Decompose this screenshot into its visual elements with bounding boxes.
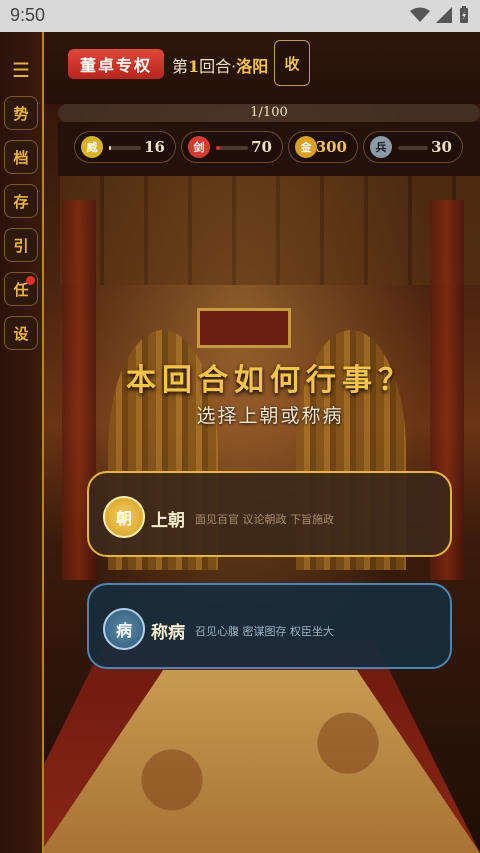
stat-prestige: 威 16: [74, 131, 176, 163]
wifi-icon: [410, 7, 430, 22]
sidebar-item-guide[interactable]: 引: [4, 228, 38, 262]
choice-description: 面见百官 议论朝政 下旨施政: [195, 513, 334, 526]
sword-icon-label: 剑: [193, 141, 205, 154]
sidebar-item-label: 存: [13, 192, 29, 211]
prestige-icon: 威: [81, 136, 103, 158]
hamburger-icon[interactable]: ☰: [12, 58, 30, 82]
signal-icon: [436, 7, 452, 23]
troops-icon-label: 兵: [375, 141, 387, 154]
court-icon-label: 朝: [115, 509, 132, 528]
sidebar-item-save[interactable]: 存: [4, 184, 38, 218]
attend-court-button[interactable]: 朝 上朝 面见百官 议论朝政 下旨施政: [87, 471, 452, 557]
turn-subtitle: 选择上朝或称病: [196, 405, 344, 427]
turn-question: 本回合如何行事？: [126, 363, 414, 398]
round-suffix: 回合·: [199, 57, 237, 76]
status-icons: [410, 6, 470, 24]
sidebar-item-label: 设: [13, 324, 29, 343]
round-number: 1: [188, 57, 200, 76]
city-name: 洛阳: [236, 57, 269, 76]
choice-title: 称病: [151, 623, 185, 643]
sidebar-item-label: 引: [13, 236, 29, 255]
prestige-bar: [109, 146, 141, 150]
troops-value: 30: [431, 138, 452, 156]
feign-illness-button[interactable]: 病 称病 召见心腹 密谋图存 权臣坐大: [87, 583, 452, 669]
stat-military: 剑 70: [181, 131, 283, 163]
scenario-title: 董卓专权: [79, 56, 152, 75]
troops-bar: [398, 146, 428, 150]
prestige-bar-fill: [109, 146, 111, 150]
round-prefix: 第: [172, 57, 189, 76]
status-bar: 9:50: [0, 0, 480, 32]
sword-icon: 剑: [188, 136, 210, 158]
sidebar-item-archive[interactable]: 档: [4, 140, 38, 174]
collect-label: 收: [284, 54, 300, 73]
battery-icon: [460, 6, 468, 23]
sidebar-item-label: 势: [13, 104, 29, 123]
throne-plaque: [197, 308, 291, 348]
illness-icon-label: 病: [115, 621, 132, 640]
stat-troops: 兵 30: [363, 131, 463, 163]
gold-icon: 金: [295, 136, 317, 158]
prestige-icon-label: 威: [86, 141, 98, 154]
gold-value: 300: [315, 138, 347, 156]
sidebar-item-settings[interactable]: 设: [4, 316, 38, 350]
sidebar-item-tasks[interactable]: 任: [4, 272, 38, 306]
scenario-title-badge: 董卓专权: [68, 49, 164, 79]
military-bar: [216, 146, 248, 150]
round-progress-label: 1/100: [250, 105, 288, 120]
sidebar-item-label: 档: [13, 148, 29, 167]
choice-description: 召见心腹 密谋图存 权臣坐大: [195, 625, 334, 638]
gold-icon-label: 金: [300, 141, 312, 154]
status-time: 9:50: [10, 5, 46, 25]
notification-dot: [26, 276, 35, 285]
illness-icon: 病: [103, 608, 145, 650]
stat-gold: 金 300: [288, 131, 358, 163]
round-info: 第1回合·洛阳: [172, 53, 268, 77]
collect-button[interactable]: 收: [274, 40, 310, 86]
military-bar-fill: [216, 146, 220, 150]
troops-icon: 兵: [370, 136, 392, 158]
prestige-value: 16: [144, 138, 165, 156]
sidebar-item-power[interactable]: 势: [4, 96, 38, 130]
military-value: 70: [251, 138, 272, 156]
court-icon: 朝: [103, 496, 145, 538]
choice-title: 上朝: [151, 511, 185, 531]
